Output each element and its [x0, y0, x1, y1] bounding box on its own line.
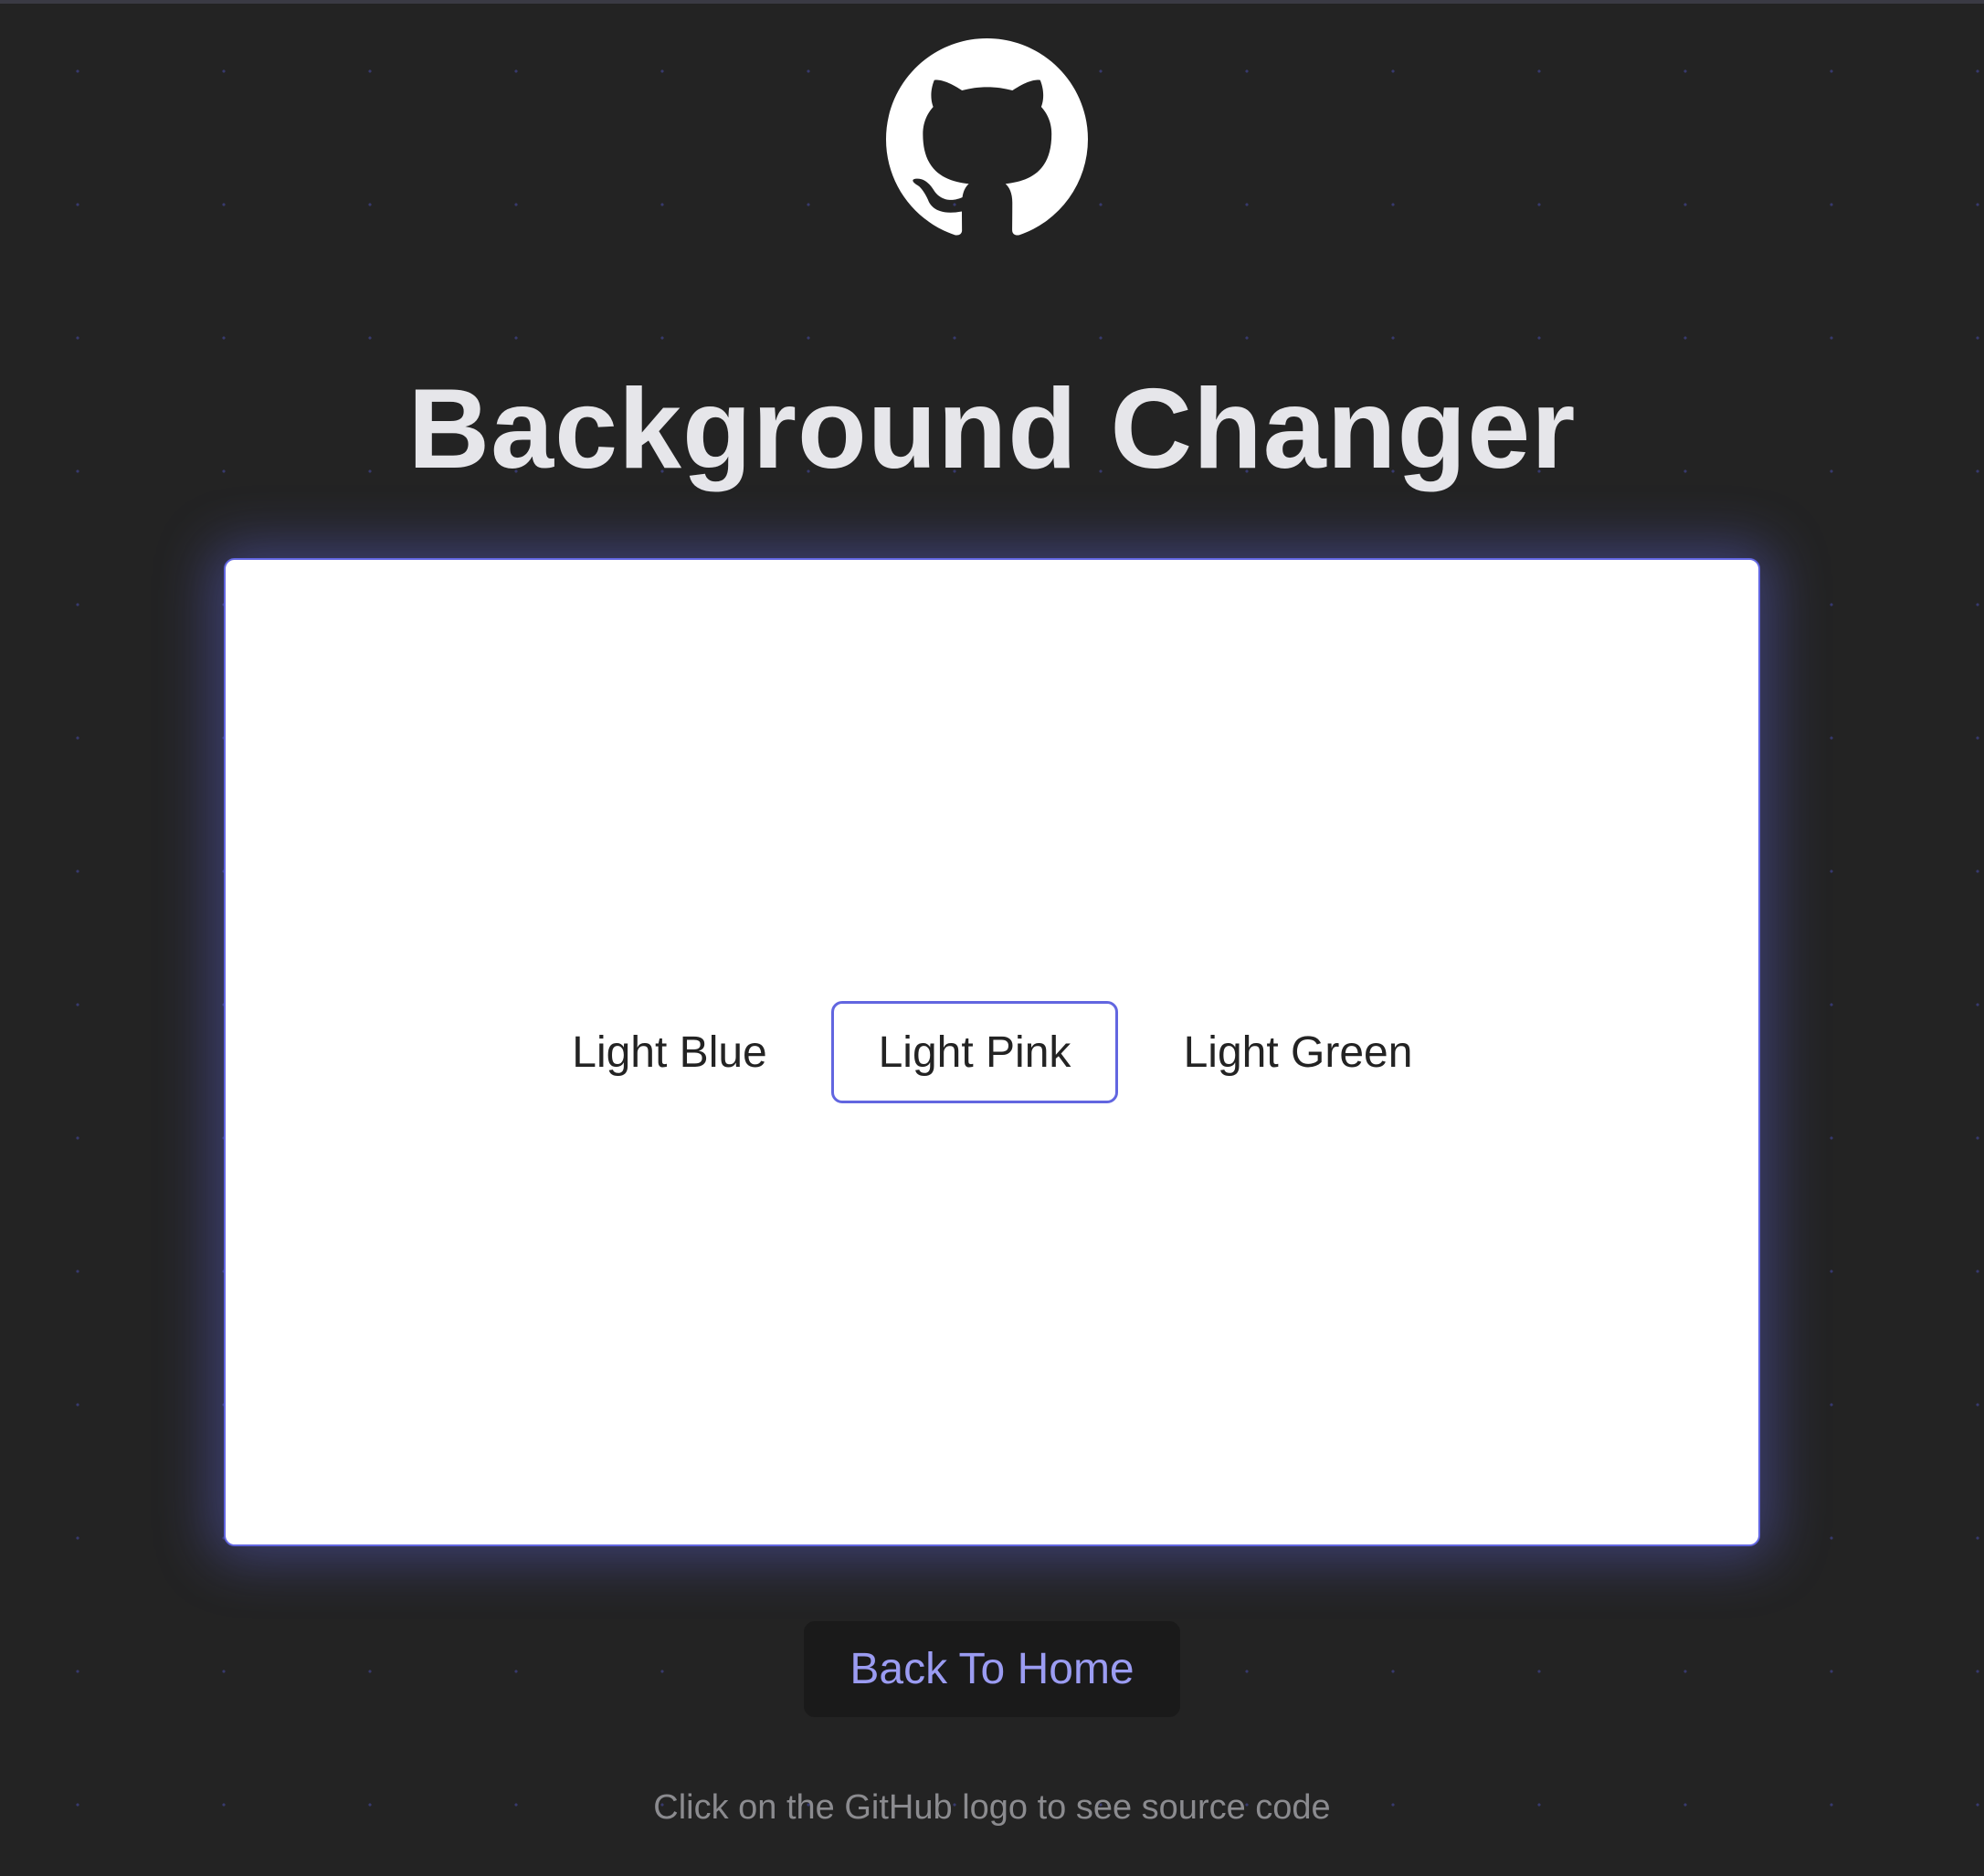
color-button-row: Light Blue Light Pink Light Green: [0, 1001, 1984, 1103]
github-logo-link[interactable]: [886, 38, 1088, 240]
page-title: Background Changer: [407, 366, 1577, 492]
back-to-home-button[interactable]: Back To Home: [804, 1621, 1180, 1717]
top-border: [0, 0, 1984, 4]
light-pink-button[interactable]: Light Pink: [831, 1001, 1118, 1103]
light-blue-button[interactable]: Light Blue: [537, 1001, 802, 1103]
light-green-button[interactable]: Light Green: [1149, 1001, 1447, 1103]
github-logo-icon: [886, 38, 1088, 236]
footer-note: Click on the GitHub logo to see source c…: [653, 1788, 1331, 1827]
